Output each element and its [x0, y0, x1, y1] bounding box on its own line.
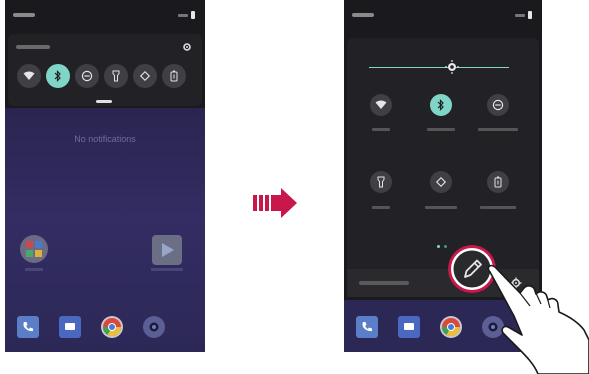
bluetooth-icon [437, 99, 444, 111]
no-notifications-text: No notifications [74, 134, 136, 144]
flashlight-label [372, 206, 390, 209]
bluetooth-icon [54, 70, 61, 82]
battery-saver-icon [170, 70, 178, 82]
wifi-tile[interactable] [17, 64, 41, 88]
auto-rotate-icon [435, 176, 447, 188]
bluetooth-label [427, 128, 455, 131]
expand-handle[interactable] [96, 100, 112, 103]
phone-icon[interactable] [356, 316, 378, 338]
bluetooth-tile[interactable] [430, 94, 452, 116]
do-not-disturb-tile[interactable] [487, 94, 509, 116]
brightness-icon[interactable] [445, 60, 459, 74]
play-store-label [151, 268, 183, 271]
quick-settings-expanded-panel [347, 38, 539, 296]
footer-label [359, 281, 409, 285]
do-not-disturb-icon [492, 99, 504, 111]
do-not-disturb-icon [81, 70, 93, 82]
brightness-slider[interactable] [369, 67, 509, 68]
battery-saver-label [480, 206, 516, 209]
page-dot-active [437, 245, 440, 248]
auto-rotate-label [425, 206, 457, 209]
transition-arrow-icon [253, 188, 297, 218]
status-time [352, 13, 374, 17]
dock [17, 316, 165, 338]
play-store-icon[interactable] [152, 235, 182, 265]
flashlight-tile[interactable] [370, 171, 392, 193]
page-indicator [437, 245, 447, 248]
chrome-icon[interactable] [101, 316, 123, 338]
status-bar [344, 0, 542, 26]
battery-saver-icon [494, 176, 502, 188]
wifi-label [372, 128, 390, 131]
battery-saver-tile[interactable] [487, 171, 509, 193]
phone-icon[interactable] [17, 316, 39, 338]
auto-rotate-tile[interactable] [133, 64, 157, 88]
flashlight-icon [377, 176, 385, 188]
signal-icon [515, 14, 525, 17]
signal-icon [178, 14, 188, 17]
auto-rotate-icon [139, 70, 151, 82]
status-bar [5, 0, 205, 26]
wifi-icon [23, 71, 35, 80]
messages-icon[interactable] [59, 316, 81, 338]
flashlight-icon [112, 70, 120, 82]
settings-icon[interactable] [182, 42, 192, 52]
wifi-icon [375, 100, 387, 109]
battery-icon [191, 11, 195, 19]
carrier-label [16, 45, 50, 49]
page-dot [444, 245, 447, 248]
battery-saver-tile[interactable] [162, 64, 186, 88]
wifi-tile[interactable] [370, 94, 392, 116]
chrome-icon[interactable] [440, 316, 462, 338]
left-phone-screen: No notifications [5, 0, 205, 352]
app-folder-label [25, 268, 43, 271]
dock [356, 316, 504, 338]
status-time [13, 13, 35, 17]
messages-icon[interactable] [398, 316, 420, 338]
quick-settings-compact-panel [8, 34, 202, 106]
camera-icon[interactable] [143, 316, 165, 338]
tapping-hand-icon [487, 264, 589, 374]
app-folder-icon[interactable] [19, 234, 49, 264]
battery-icon [528, 11, 532, 19]
auto-rotate-tile[interactable] [430, 171, 452, 193]
flashlight-tile[interactable] [104, 64, 128, 88]
do-not-disturb-tile[interactable] [75, 64, 99, 88]
do-not-disturb-label [478, 128, 518, 131]
bluetooth-tile[interactable] [46, 64, 70, 88]
